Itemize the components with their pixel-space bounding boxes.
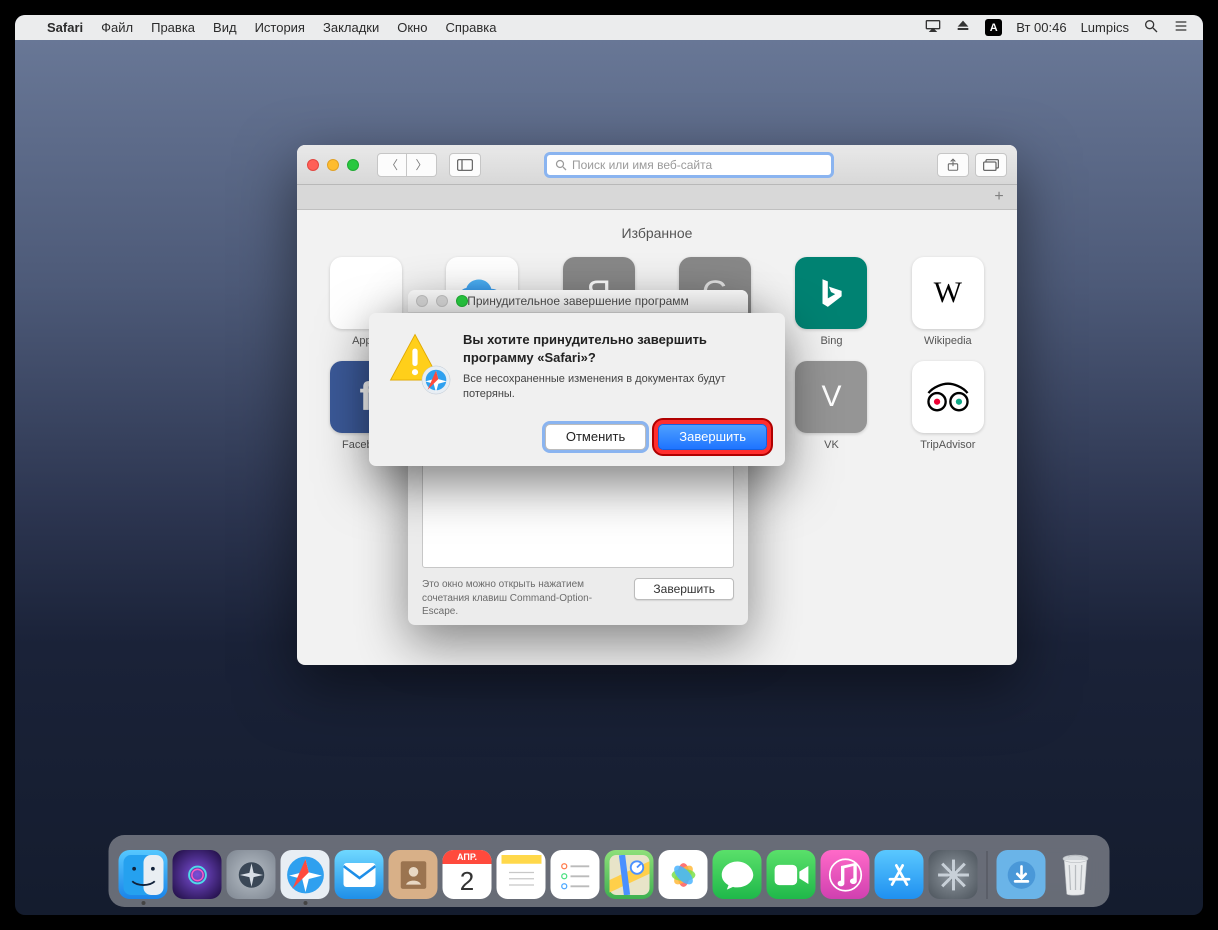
new-tab-button[interactable]: + bbox=[987, 187, 1011, 207]
menu-bookmarks[interactable]: Закладки bbox=[323, 20, 379, 35]
spotlight-icon[interactable] bbox=[1143, 18, 1159, 37]
dock-maps[interactable] bbox=[605, 850, 654, 899]
menu-window[interactable]: Окно bbox=[397, 20, 427, 35]
favorite-bing[interactable]: Bing bbox=[780, 257, 882, 347]
dock-notes[interactable] bbox=[497, 850, 546, 899]
menu-help[interactable]: Справка bbox=[445, 20, 496, 35]
dock-trash[interactable] bbox=[1051, 850, 1100, 899]
window-zoom-button[interactable] bbox=[347, 159, 359, 171]
eject-icon[interactable] bbox=[955, 18, 971, 37]
dock-facetime[interactable] bbox=[767, 850, 816, 899]
dock-mail[interactable] bbox=[335, 850, 384, 899]
menu-view[interactable]: Вид bbox=[213, 20, 237, 35]
dialog-message: Все несохраненные изменения в документах… bbox=[463, 372, 767, 402]
dock-downloads[interactable] bbox=[997, 850, 1046, 899]
force-quit-titlebar[interactable]: Принудительное завершение программ bbox=[408, 290, 748, 313]
favorites-heading: Избранное bbox=[315, 225, 999, 241]
menu-edit[interactable]: Правка bbox=[151, 20, 195, 35]
search-icon bbox=[555, 159, 567, 171]
menubar: Safari Файл Правка Вид История Закладки … bbox=[15, 15, 1203, 40]
dock: АПР.2 bbox=[109, 835, 1110, 907]
notification-center-icon[interactable] bbox=[1173, 18, 1189, 37]
dialog-heading: Вы хотите принудительно завершить програ… bbox=[463, 331, 767, 366]
dock-finder[interactable] bbox=[119, 850, 168, 899]
desktop: Safari Файл Правка Вид История Закладки … bbox=[15, 15, 1203, 915]
confirm-force-quit-dialog: Вы хотите принудительно завершить програ… bbox=[369, 313, 785, 466]
window-close-button[interactable] bbox=[307, 159, 319, 171]
back-button[interactable]: 〈 bbox=[377, 153, 407, 177]
dock-reminders[interactable] bbox=[551, 850, 600, 899]
dock-photos[interactable] bbox=[659, 850, 708, 899]
show-tabs-button[interactable] bbox=[975, 153, 1007, 177]
force-quit-title: Принудительное завершение программ bbox=[408, 294, 748, 308]
airplay-icon[interactable] bbox=[925, 18, 941, 37]
tripadvisor-icon bbox=[912, 361, 984, 433]
address-search-field[interactable]: Поиск или имя веб-сайта bbox=[544, 152, 834, 178]
tab-strip: + bbox=[297, 185, 1017, 210]
bing-icon bbox=[795, 257, 867, 329]
clock[interactable]: Вт 00:46 bbox=[1016, 20, 1066, 35]
favorite-tripadvisor[interactable]: TripAdvisor bbox=[897, 361, 999, 451]
vk-icon: V bbox=[795, 361, 867, 433]
menu-history[interactable]: История bbox=[255, 20, 305, 35]
dock-appstore[interactable] bbox=[875, 850, 924, 899]
dock-contacts[interactable] bbox=[389, 850, 438, 899]
dock-launchpad[interactable] bbox=[227, 850, 276, 899]
dock-safari[interactable] bbox=[281, 850, 330, 899]
warning-icon bbox=[387, 331, 449, 393]
safari-toolbar: 〈 〉 Поиск или имя веб-сайта bbox=[297, 145, 1017, 185]
search-placeholder: Поиск или имя веб-сайта bbox=[572, 158, 712, 172]
wikipedia-icon: W bbox=[912, 257, 984, 329]
app-name[interactable]: Safari bbox=[47, 20, 83, 35]
confirm-button[interactable]: Завершить bbox=[658, 424, 767, 450]
force-quit-button[interactable]: Завершить bbox=[634, 578, 734, 600]
cancel-button[interactable]: Отменить bbox=[545, 424, 646, 450]
favorite-vk[interactable]: V VK bbox=[780, 361, 882, 451]
share-button[interactable] bbox=[937, 153, 969, 177]
forward-button[interactable]: 〉 bbox=[407, 153, 437, 177]
dock-calendar[interactable]: АПР.2 bbox=[443, 850, 492, 899]
dock-itunes[interactable] bbox=[821, 850, 870, 899]
favorite-wikipedia[interactable]: W Wikipedia bbox=[897, 257, 999, 347]
force-quit-hint: Это окно можно открыть нажатием сочетани… bbox=[422, 578, 624, 619]
dock-settings[interactable] bbox=[929, 850, 978, 899]
window-minimize-button[interactable] bbox=[327, 159, 339, 171]
menu-file[interactable]: Файл bbox=[101, 20, 133, 35]
dock-siri[interactable] bbox=[173, 850, 222, 899]
dock-messages[interactable] bbox=[713, 850, 762, 899]
keyboard-input-icon[interactable]: A bbox=[985, 19, 1002, 36]
safari-badge-icon bbox=[421, 365, 451, 395]
dock-separator bbox=[987, 851, 988, 899]
sidebar-toggle-button[interactable] bbox=[449, 153, 481, 177]
user-name[interactable]: Lumpics bbox=[1081, 20, 1129, 35]
